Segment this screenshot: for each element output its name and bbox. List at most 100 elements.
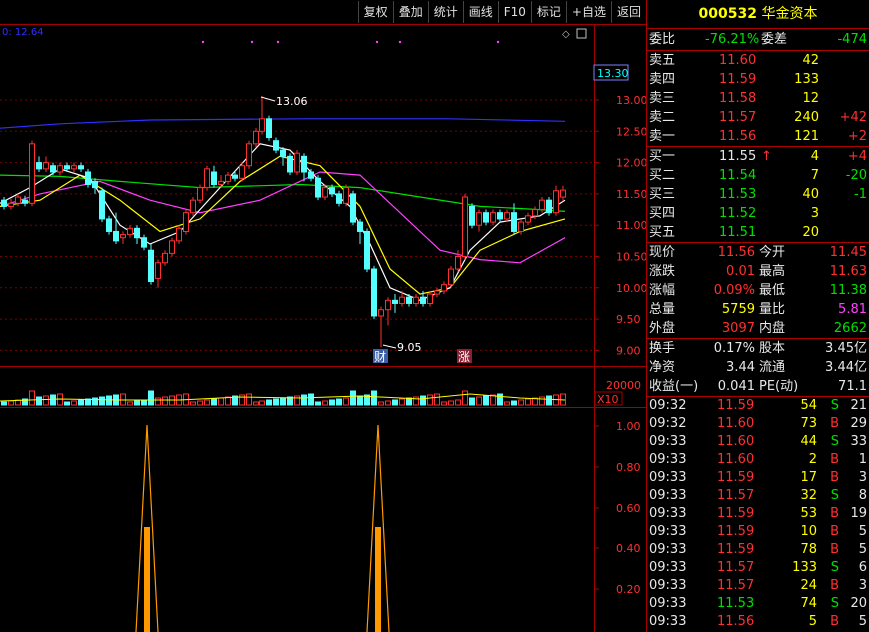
tick-side: B <box>830 506 839 521</box>
toolbar-button-0[interactable]: 复权 <box>357 1 393 23</box>
candle-body <box>22 199 28 204</box>
commission-diff-value: -474 <box>837 32 867 47</box>
volume-bar <box>476 396 482 406</box>
tick-row: 09:33 11.59 17 B 3 <box>647 469 869 487</box>
candle-body <box>553 190 559 214</box>
candle-body <box>169 240 175 254</box>
volume-bar <box>413 396 419 406</box>
toolbar-button-6[interactable]: +自选 <box>565 1 611 23</box>
bid-volume: 3 <box>810 206 819 221</box>
tick-price: 11.57 <box>717 560 755 575</box>
volume-bar <box>239 394 245 406</box>
candle-body <box>218 180 224 186</box>
tick-side: B <box>830 452 839 467</box>
commission-ratio-value: -76.21% <box>705 32 760 47</box>
price-axis: 13.00 12.50 12.00 11.50 11.00 10.50 10.00 9.50 9… <box>616 94 646 357</box>
tick-time: 09:33 <box>649 524 687 539</box>
candle-body <box>71 165 77 170</box>
candle-body <box>239 165 245 179</box>
volume-bar <box>511 400 517 406</box>
candle-body <box>43 162 49 170</box>
quote-label: 涨幅 <box>649 283 676 298</box>
price-tick: 12.00 <box>616 157 646 170</box>
tick-time: 09:33 <box>649 578 687 593</box>
volume-bar <box>197 400 203 406</box>
volume-bar <box>315 401 321 406</box>
bid-label: 买四 <box>649 206 676 221</box>
ma-readout: 0: 12.64 <box>2 27 44 38</box>
bid-label: 买三 <box>649 187 676 202</box>
stat-row: 净资 3.44 流通 3.44亿 <box>647 358 869 377</box>
tick-volume: 73 <box>800 416 817 431</box>
volume-bar <box>71 400 77 406</box>
ask-price: 11.60 <box>719 53 757 68</box>
volume-bar <box>336 398 342 406</box>
tick-volume: 53 <box>800 506 817 521</box>
toolbar-button-2[interactable]: 统计 <box>427 1 463 23</box>
toolbar-button-3[interactable]: 画线 <box>462 1 498 23</box>
quote-label: 内盘 <box>759 321 786 336</box>
tick-count: 1 <box>858 452 867 467</box>
candle-body <box>78 165 84 170</box>
stock-name: 华金资本 <box>761 6 818 22</box>
tick-time: 09:33 <box>649 434 687 449</box>
volume-bar <box>162 396 168 406</box>
volume-bar <box>190 401 196 406</box>
stat-value: 3.44 <box>726 360 755 375</box>
candle-body <box>336 193 342 204</box>
toolbar-button-7[interactable]: 返回 <box>610 1 646 23</box>
quote-value: 2662 <box>833 321 867 336</box>
volume-bar <box>441 401 447 406</box>
volume-bar <box>392 399 398 406</box>
candle-body <box>190 199 196 214</box>
volume-bar <box>497 393 503 406</box>
price-tick: 11.00 <box>616 219 646 232</box>
ma30-line <box>0 174 566 212</box>
tick-side: B <box>830 470 839 485</box>
tick-volume: 54 <box>800 398 817 413</box>
share-stats: 换手 0.17% 股本 3.45亿 净资 3.44 流通 3.44亿 收益(一) 0.041 PE(… <box>647 338 869 396</box>
volume-bar <box>78 399 84 406</box>
bid-row: 买四 11.52 3 <box>647 204 869 223</box>
price-tick: 9.50 <box>616 313 641 326</box>
volume-bar <box>120 393 126 406</box>
toolbar-button-1[interactable]: 叠加 <box>392 1 428 23</box>
bid-price: 11.52 <box>719 206 757 221</box>
volume-bar <box>218 397 224 406</box>
window-square-icon[interactable] <box>576 28 587 39</box>
toolbar-button-5[interactable]: 标记 <box>530 1 566 23</box>
tick-price: 11.60 <box>717 434 755 449</box>
volume-bar <box>385 400 391 406</box>
candle-body <box>120 234 126 239</box>
tick-volume: 78 <box>800 542 817 557</box>
bid-label: 买一 <box>649 149 676 164</box>
diamond-icon[interactable]: ◇ <box>562 29 570 40</box>
tick-time: 09:33 <box>649 614 687 629</box>
price-tick: 9.00 <box>616 344 641 357</box>
tick-count: 21 <box>850 398 867 413</box>
candle-body <box>36 162 42 170</box>
tick-list[interactable]: 09:32 11.59 54 S 21 09:32 11.60 73 B 29 09:33 11.60… <box>647 396 869 631</box>
volume-bar <box>280 397 286 406</box>
volume-bar <box>266 399 272 406</box>
candle-body <box>225 174 231 182</box>
kline-chart[interactable]: 13.00 12.50 12.00 11.50 11.00 10.50 10.00 9.50 9… <box>0 0 646 632</box>
candle-body <box>266 118 272 139</box>
volume-bar <box>246 393 252 406</box>
toolbar-button-4[interactable]: F10 <box>497 1 531 23</box>
tick-time: 09:33 <box>649 506 687 521</box>
stat-value: 0.17% <box>713 341 755 356</box>
quote-label: 总量 <box>649 302 676 317</box>
volume-bar <box>36 396 42 406</box>
candle-body <box>113 230 119 242</box>
tick-side: B <box>830 578 839 593</box>
candle-body <box>441 284 447 292</box>
tick-time: 09:33 <box>649 488 687 503</box>
volume-axis-label: 20000 <box>606 379 641 392</box>
volume-bar <box>301 394 307 406</box>
volume-bar <box>469 397 475 406</box>
tick-side: S <box>830 488 839 503</box>
price-grid <box>0 99 599 351</box>
candle-body <box>385 299 391 311</box>
ask-row: 卖二 11.57 240 +42 <box>647 108 869 127</box>
